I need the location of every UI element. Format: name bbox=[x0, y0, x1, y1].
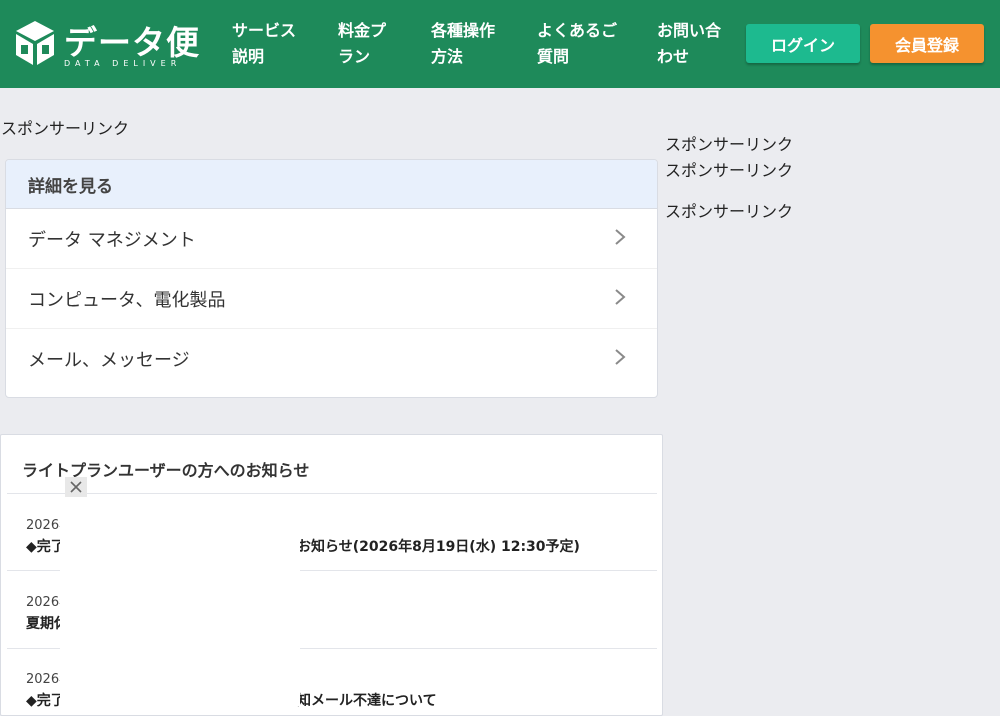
nav-faq-line2: 質問 bbox=[537, 47, 570, 66]
nav-service[interactable]: サービス 説明 bbox=[232, 18, 296, 70]
register-button[interactable]: 会員登録 bbox=[870, 24, 984, 63]
cube-logo-icon bbox=[16, 21, 54, 65]
sponsor-link-label: スポンサーリンク bbox=[665, 161, 794, 180]
logo-subtext: DATA DELIVER bbox=[64, 59, 182, 68]
detail-item-data-management[interactable]: データ マネジメント bbox=[6, 209, 657, 269]
detail-item-label: メール、メッセージ bbox=[28, 349, 190, 371]
news-text-right[interactable]: 知メール不達について bbox=[297, 690, 437, 710]
news-text-left[interactable]: ◆完了 bbox=[26, 536, 65, 556]
nav-service-line2: 説明 bbox=[232, 47, 265, 66]
chevron-right-icon bbox=[615, 229, 626, 245]
site-header: データ便 DATA DELIVER サービス 説明 料金プ ラン 各種操作 方法… bbox=[0, 0, 1000, 88]
detail-item-mail[interactable]: メール、メッセージ bbox=[6, 329, 657, 388]
chevron-right-icon bbox=[615, 349, 626, 365]
chevron-right-icon bbox=[615, 289, 626, 305]
nav-contact[interactable]: お問い合 わせ bbox=[657, 18, 721, 70]
nav-operations-line1: 各種操作 bbox=[431, 21, 496, 40]
nav-pricing-line2: ラン bbox=[338, 47, 371, 66]
detail-item-label: コンピュータ、電化製品 bbox=[28, 289, 226, 311]
news-text-right[interactable]: お知らせ(2026年8月19日(水) 12:30予定) bbox=[297, 536, 580, 556]
divider bbox=[7, 493, 657, 494]
sponsor-link-label: スポンサーリンク bbox=[665, 202, 794, 221]
detail-item-label: データ マネジメント bbox=[28, 229, 196, 251]
nav-contact-line1: お問い合 bbox=[657, 21, 722, 40]
detail-item-computers[interactable]: コンピュータ、電化製品 bbox=[6, 269, 657, 329]
nav-faq[interactable]: よくあるご 質問 bbox=[537, 18, 617, 70]
news-text-left[interactable]: ◆完了 bbox=[26, 690, 65, 710]
nav-pricing[interactable]: 料金プ ラン bbox=[338, 18, 386, 70]
ad-close-button[interactable] bbox=[65, 477, 87, 497]
nav-operations-line2: 方法 bbox=[431, 47, 464, 66]
site-logo[interactable]: データ便 DATA DELIVER bbox=[14, 18, 204, 70]
sponsor-link-label: スポンサーリンク bbox=[665, 135, 794, 154]
ad-overlay[interactable] bbox=[60, 496, 300, 706]
sponsor-link-label: スポンサーリンク bbox=[1, 119, 130, 138]
detail-card: 詳細を見る データ マネジメント コンピュータ、電化製品 メール、メッセージ bbox=[5, 159, 658, 398]
nav-service-line1: サービス bbox=[232, 21, 297, 40]
nav-contact-line2: わせ bbox=[657, 47, 690, 66]
nav-faq-line1: よくあるご bbox=[537, 21, 618, 40]
logo-text: データ便 bbox=[64, 23, 200, 62]
login-button[interactable]: ログイン bbox=[746, 24, 860, 63]
detail-heading: 詳細を見る bbox=[6, 160, 657, 209]
close-icon bbox=[70, 481, 82, 493]
nav-operations[interactable]: 各種操作 方法 bbox=[431, 18, 495, 70]
nav-pricing-line1: 料金プ bbox=[338, 21, 387, 40]
